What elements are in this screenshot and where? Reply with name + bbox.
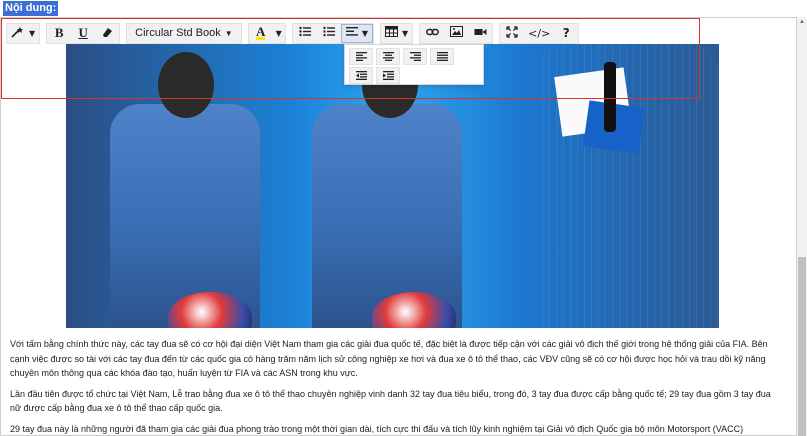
insert-group [419,22,494,44]
microphone [604,62,616,132]
align-left-icon [355,50,367,64]
magic-wand-icon [11,26,25,41]
paragraph-align-dropdown-button[interactable]: ▼ [340,23,373,43]
outdent-icon [355,69,367,83]
align-justify-icon [436,50,448,64]
font-name-value: Circular Std Book [135,27,221,39]
article-text[interactable]: Với tấm bằng chính thức này, các tay đua… [10,337,780,436]
chevron-down-icon: ▼ [275,28,282,38]
fullscreen-icon [506,25,518,41]
scroll-up-icon[interactable]: ▲ [799,19,805,25]
code-view-icon: </> [528,26,551,40]
text-color-button[interactable]: A [249,24,273,43]
font-name-group: Circular Std Book ▼ [126,22,242,44]
align-right-icon [409,50,421,64]
indent-icon [382,69,394,83]
chevron-down-icon: ▼ [224,28,233,38]
eraser-icon [101,26,113,41]
image-button[interactable] [444,24,468,43]
align-center-button[interactable] [376,48,400,65]
help-icon: ? [562,26,570,40]
link-button[interactable] [420,24,444,43]
video-button[interactable] [468,24,492,43]
help-button[interactable]: ? [554,24,578,43]
style-group: ▼ [6,22,41,44]
ordered-list-button[interactable] [317,24,341,43]
unordered-list-button[interactable] [293,24,317,43]
text-color-icon: A [255,24,266,40]
font-name-select[interactable]: Circular Std Book ▼ [127,24,241,43]
paragraph-align-dropdown [344,44,484,85]
racer-left-figure [110,104,260,328]
racer-right-figure [312,104,462,328]
table-icon [384,26,398,40]
magic-wand-dropdown-button[interactable]: ▼ [7,24,39,43]
video-icon [474,26,487,40]
content-field-label: Nội dung: [3,1,59,16]
align-right-button[interactable] [403,48,427,65]
table-dropdown-button[interactable]: ▼ [381,24,412,43]
indent-row [349,67,479,84]
ordered-list-icon [323,26,335,40]
align-icon [345,26,358,40]
image-icon [449,26,463,40]
scrollbar-thumb[interactable] [798,257,806,436]
editor-toolbar: ▼ B U Circular Std Book ▼ A ▼ ▼ ▼ </> ? [6,22,580,44]
view-group: </> ? [499,22,580,44]
chevron-down-icon: ▼ [361,28,368,38]
align-justify-button[interactable] [430,48,454,65]
editor-scrollbar[interactable]: ▲ [797,17,807,436]
link-icon [425,26,439,40]
chevron-down-icon: ▼ [29,28,36,38]
color-dropdown-button[interactable]: ▼ [273,24,285,43]
article-paragraph: 29 tay đua này là những người đã tham gi… [10,423,744,434]
outdent-button[interactable] [349,67,373,84]
color-group: A ▼ [247,22,286,44]
code-view-button[interactable]: </> [524,24,554,43]
align-row [349,48,479,65]
article-paragraph: Lần đầu tiên được tổ chức tại Việt Nam, … [10,388,771,414]
align-center-icon [382,50,394,64]
bold-button[interactable]: B [47,24,71,43]
clear-format-button[interactable] [95,24,119,43]
article-paragraph: Với tấm bằng chính thức này, các tay đua… [10,339,768,378]
article-photo[interactable] [66,44,719,328]
indent-button[interactable] [376,67,400,84]
chevron-down-icon: ▼ [401,28,409,38]
table-group: ▼ [379,22,414,44]
font-style-group: B U [46,22,121,44]
align-left-button[interactable] [349,48,373,65]
underline-button[interactable]: U [71,24,95,43]
racer-left-head [158,52,214,118]
list-group: ▼ [291,22,374,44]
fullscreen-button[interactable] [500,24,524,43]
unordered-list-icon [299,26,311,40]
